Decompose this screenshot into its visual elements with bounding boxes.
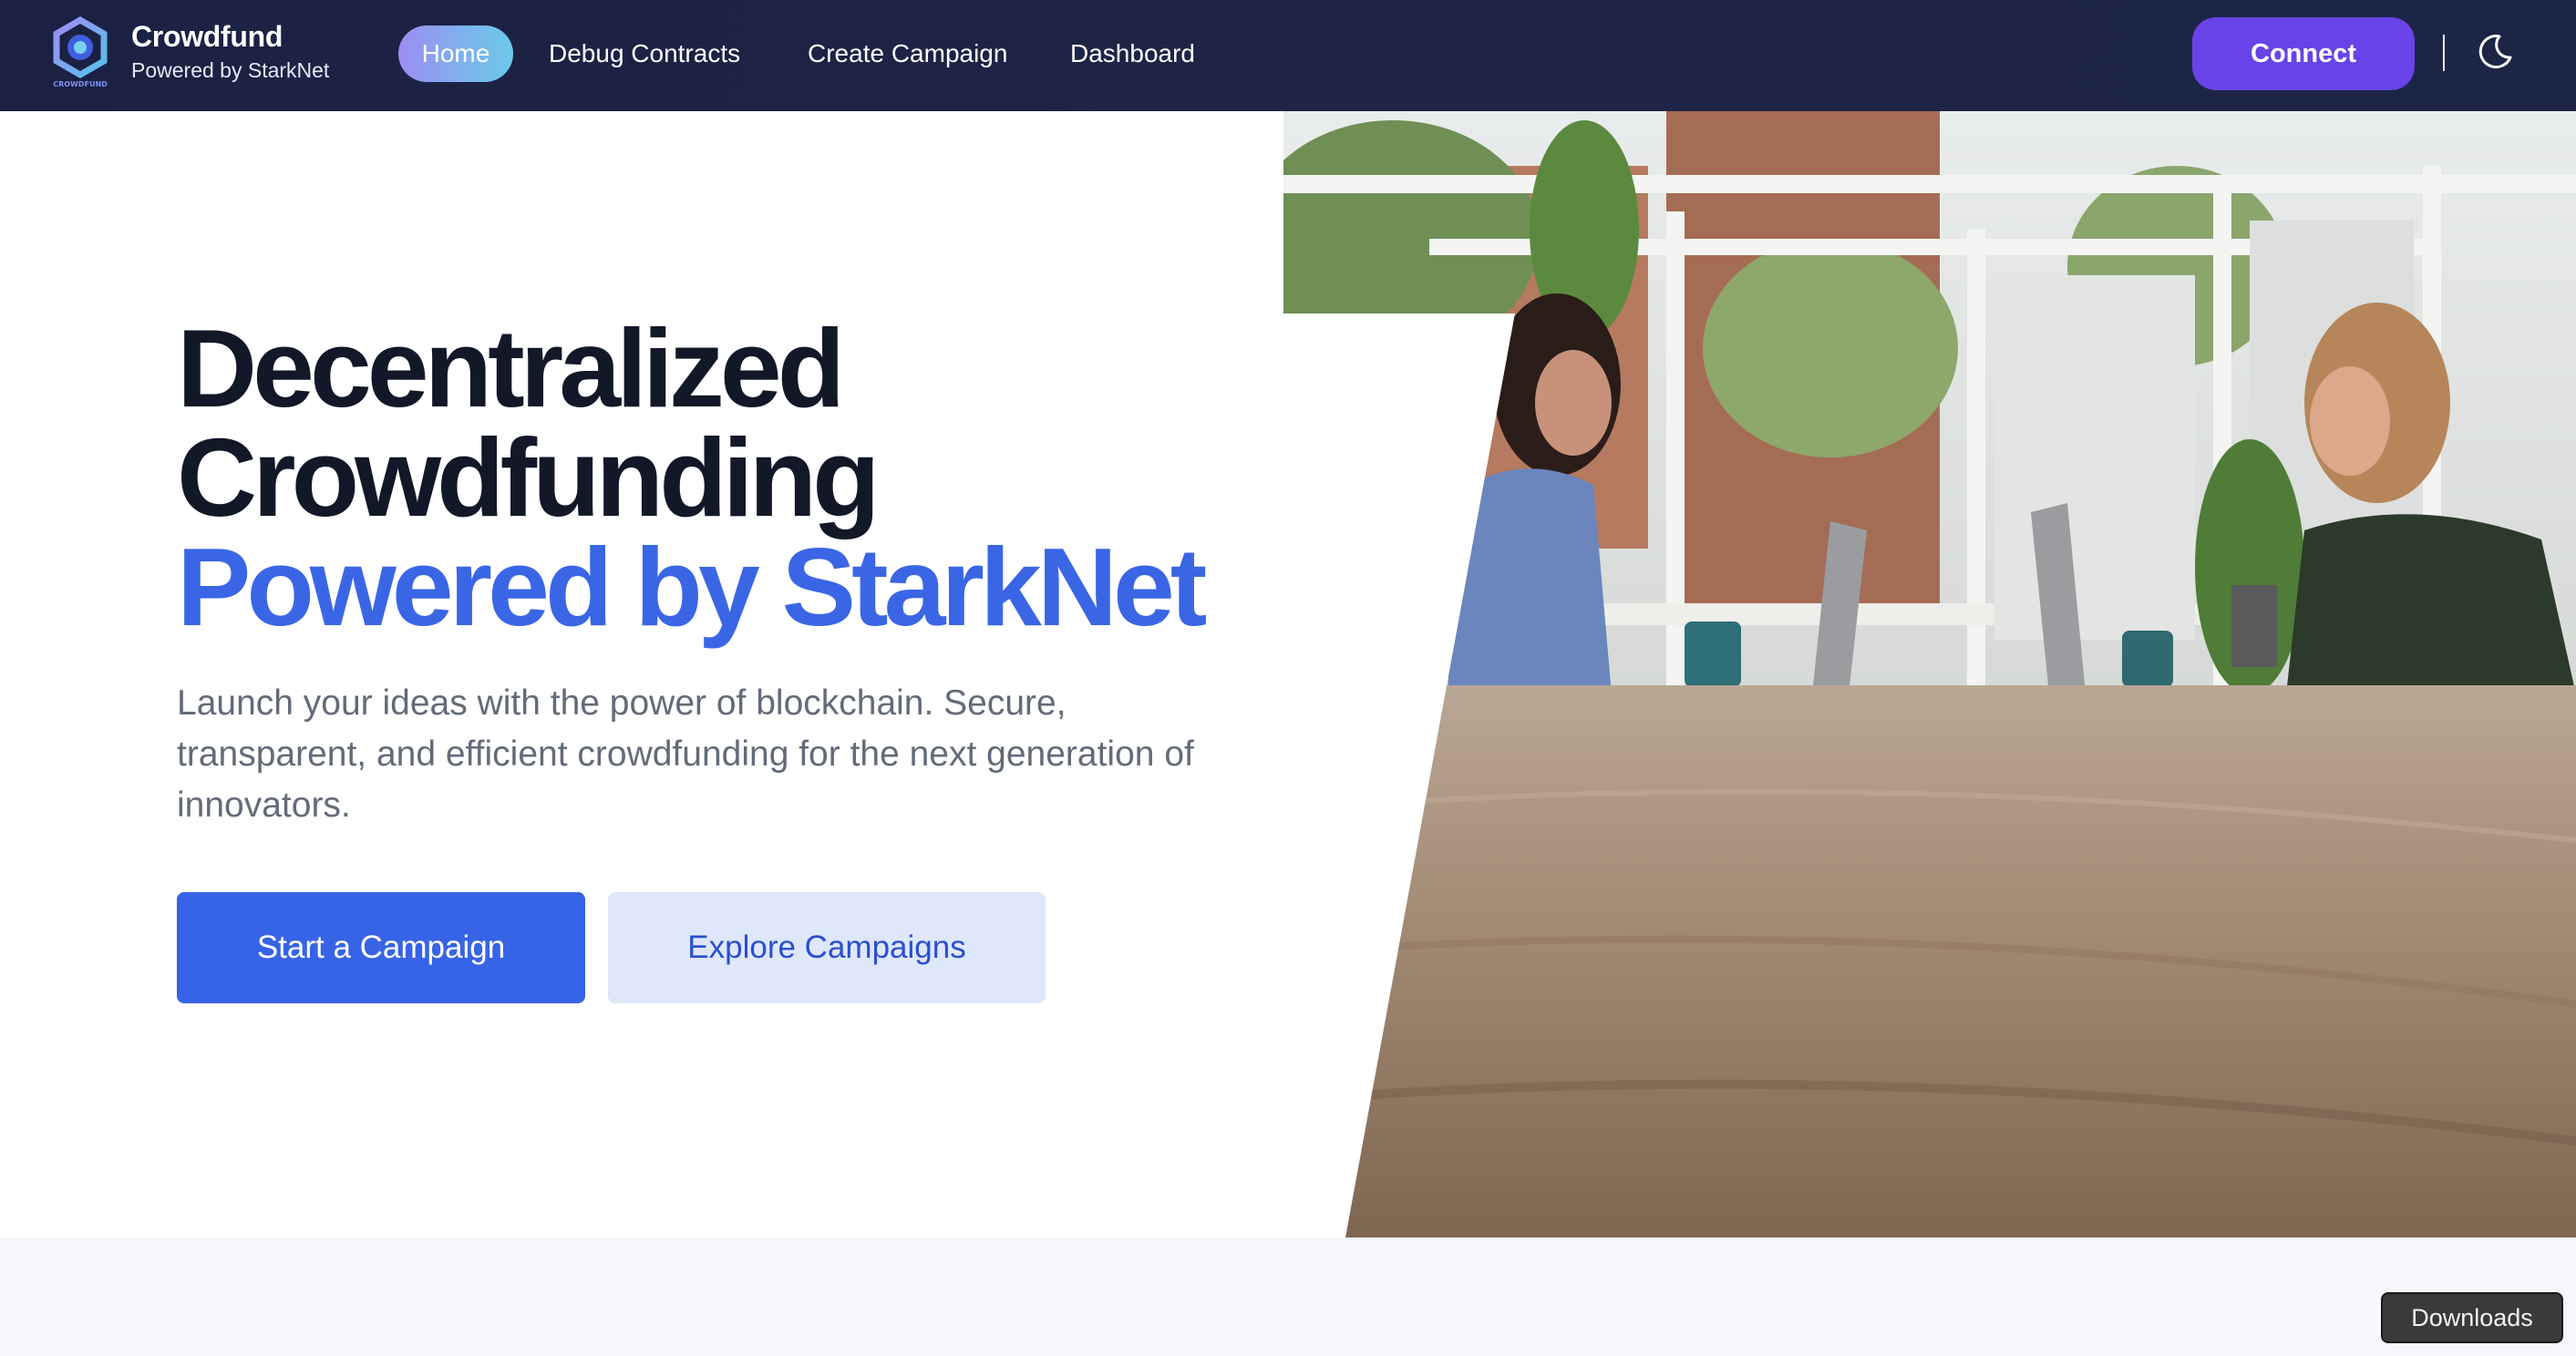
downloads-button[interactable]: Downloads [2381, 1292, 2563, 1343]
hero-headline: Decentralized Crowdfunding Powered by St… [177, 313, 1298, 642]
nav-create-campaign[interactable]: Create Campaign [808, 26, 1007, 82]
explore-campaigns-button[interactable]: Explore Campaigns [608, 892, 1046, 1003]
hero-title-accent: Powered by StarkNet [177, 525, 1207, 649]
nav-divider [2443, 35, 2445, 71]
crowdfund-logo-icon[interactable]: CROWDFUND [44, 16, 117, 89]
logo-text: CROWDFUND [53, 80, 108, 88]
hero-section: Decentralized Crowdfunding Powered by St… [0, 111, 2576, 1238]
brand-title[interactable]: Crowdfund [131, 20, 283, 54]
start-campaign-button[interactable]: Start a Campaign [177, 892, 585, 1003]
hero-description: Launch your ideas with the power of bloc… [177, 683, 1194, 825]
top-navbar: CROWDFUND Crowdfund Powered by StarkNet … [0, 0, 2576, 111]
nav-dashboard[interactable]: Dashboard [1070, 26, 1195, 82]
next-section-preview [0, 1238, 2576, 1356]
hero-title-line2: Crowdfunding [177, 416, 881, 539]
connect-wallet-button[interactable]: Connect [2192, 17, 2415, 90]
brand-subtitle: Powered by StarkNet [131, 58, 330, 82]
hero-image [1283, 111, 2576, 1238]
nav-debug-contracts[interactable]: Debug Contracts [549, 26, 740, 82]
nav-home[interactable]: Home [398, 26, 513, 82]
hero-title-line1: Decentralized [177, 306, 845, 430]
moon-icon[interactable] [2476, 33, 2514, 71]
